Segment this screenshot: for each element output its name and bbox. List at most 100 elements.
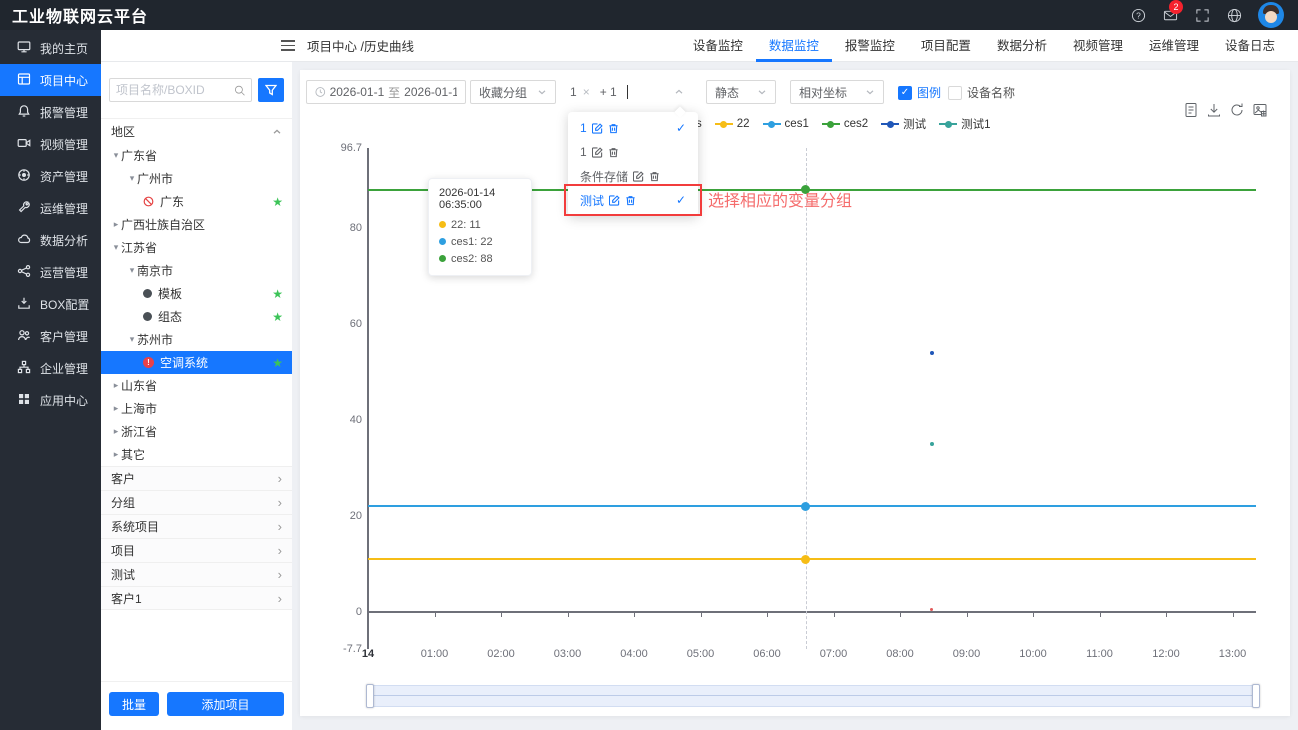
series-point-测试1[interactable] (930, 442, 934, 446)
sidebar-item-sitemap[interactable]: 企业管理 (0, 352, 101, 384)
trash-icon[interactable] (625, 195, 636, 206)
datazoom-right-handle[interactable] (1252, 684, 1260, 708)
sitemap-icon (17, 360, 31, 377)
series-point-22[interactable] (801, 555, 810, 564)
x-tick (1233, 613, 1234, 617)
tree-node[interactable]: ▾广东省 (101, 144, 292, 167)
tree-node[interactable]: ▸山东省 (101, 374, 292, 397)
tree-caret-icon[interactable]: ▾ (127, 334, 137, 345)
project-search-input[interactable] (116, 83, 230, 97)
dropdown-item-1[interactable]: 1✓ (568, 116, 698, 140)
tree-node[interactable]: 广东 ★ (101, 190, 292, 213)
tree-section-测试[interactable]: 测试› (101, 562, 292, 586)
tree-caret-icon[interactable]: ▸ (111, 403, 121, 414)
tree-node[interactable]: ▸广西壮族自治区 (101, 213, 292, 236)
edit-icon[interactable] (592, 123, 603, 134)
trash-icon[interactable] (608, 147, 619, 158)
favorite-star-icon[interactable]: ★ (272, 287, 283, 301)
tab-设备日志[interactable]: 设备日志 (1212, 30, 1288, 62)
trash-icon[interactable] (649, 171, 660, 182)
tree-node[interactable]: !空调系统★ (101, 351, 292, 374)
tab-运维管理[interactable]: 运维管理 (1136, 30, 1212, 62)
batch-button[interactable]: 批量 (109, 692, 159, 716)
sidebar-item-monitor[interactable]: 我的主页 (0, 32, 101, 64)
tree-node[interactable]: ▾苏州市 (101, 328, 292, 351)
sidebar-item-users[interactable]: 客户管理 (0, 320, 101, 352)
edit-icon[interactable] (592, 147, 603, 158)
sidebar-item-apps[interactable]: 应用中心 (0, 384, 101, 416)
fullscreen-icon[interactable] (1194, 7, 1210, 23)
favorite-star-icon[interactable]: ★ (272, 310, 283, 324)
x-tick (435, 613, 436, 617)
tree-node[interactable]: ▾江苏省 (101, 236, 292, 259)
favorite-star-icon[interactable]: ★ (272, 356, 283, 370)
tree-caret-icon[interactable]: ▾ (127, 265, 137, 276)
edit-icon[interactable] (633, 171, 644, 182)
sidebar-item-camera[interactable]: 视频管理 (0, 128, 101, 160)
mail-icon[interactable]: 2 (1162, 7, 1178, 23)
menu-toggle-icon[interactable] (281, 40, 295, 51)
x-tick (767, 613, 768, 617)
monitor-icon (17, 40, 31, 57)
sidebar-item-wrench[interactable]: 运维管理 (0, 192, 101, 224)
trash-icon[interactable] (608, 123, 619, 134)
series-point-测试[interactable] (930, 351, 934, 355)
filter-button[interactable] (258, 78, 284, 102)
share-icon (17, 264, 31, 281)
sidebar-item-share[interactable]: 运营管理 (0, 256, 101, 288)
tree-caret-icon[interactable]: ▾ (111, 242, 121, 253)
tree-caret-icon[interactable]: ▸ (111, 426, 121, 437)
tree-caret-icon[interactable]: ▾ (111, 150, 121, 161)
tree-node[interactable]: ▸上海市 (101, 397, 292, 420)
sidebar-item-bell[interactable]: 报警管理 (0, 96, 101, 128)
datazoom-left-handle[interactable] (366, 684, 374, 708)
search-icon[interactable] (234, 84, 245, 97)
series-line-ces1[interactable] (368, 505, 1256, 507)
tree-section-项目[interactable]: 项目› (101, 538, 292, 562)
dropdown-item-测试[interactable]: 测试✓ (568, 188, 698, 212)
tree-node[interactable]: 组态★ (101, 305, 292, 328)
sidebar-item-cloud[interactable]: 数据分析 (0, 224, 101, 256)
series-point-ces1[interactable] (801, 502, 810, 511)
tree-node-label: 广东 (160, 193, 184, 210)
datazoom-slider[interactable] (368, 685, 1258, 707)
globe-icon[interactable] (1226, 7, 1242, 23)
tree-caret-icon[interactable]: ▸ (111, 219, 121, 230)
project-search-box[interactable] (109, 78, 252, 102)
sidebar-item-boxdl[interactable]: BOX配置 (0, 288, 101, 320)
tab-设备监控[interactable]: 设备监控 (680, 30, 756, 62)
sidebar-item-projects[interactable]: 项目中心 (0, 64, 101, 96)
tree-node[interactable]: 模板 ★ (101, 282, 292, 305)
tab-数据监控[interactable]: 数据监控 (756, 30, 832, 62)
add-project-button[interactable]: 添加项目 (167, 692, 284, 716)
tree-section-系统项目[interactable]: 系统项目› (101, 514, 292, 538)
user-avatar[interactable] (1258, 2, 1284, 28)
x-tick (834, 613, 835, 617)
tree-node[interactable]: ▸其它 (101, 443, 292, 466)
favorite-star-icon[interactable]: ★ (272, 195, 283, 209)
tab-报警监控[interactable]: 报警监控 (832, 30, 908, 62)
help-icon[interactable]: ? (1130, 7, 1146, 23)
tree-node[interactable]: ▸浙江省 (101, 420, 292, 443)
region-section-header[interactable]: 地区 (101, 118, 292, 144)
tree-node[interactable]: ▾广州市 (101, 167, 292, 190)
tab-数据分析[interactable]: 数据分析 (984, 30, 1060, 62)
tab-视频管理[interactable]: 视频管理 (1060, 30, 1136, 62)
edit-icon[interactable] (609, 195, 620, 206)
dropdown-item-label: 测试 (580, 192, 604, 209)
sidebar-item-asset[interactable]: 资产管理 (0, 160, 101, 192)
tree-section-客户1[interactable]: 客户1› (101, 586, 292, 610)
tree-caret-icon[interactable]: ▸ (111, 380, 121, 391)
tree-node-label: 模板 (158, 285, 182, 302)
tree-node[interactable]: ▾南京市 (101, 259, 292, 282)
tree-caret-icon[interactable]: ▾ (127, 173, 137, 184)
dropdown-item-1[interactable]: 1 (568, 140, 698, 164)
tree-section-分组[interactable]: 分组› (101, 490, 292, 514)
y-tick-label: 20 (318, 510, 362, 522)
tab-项目配置[interactable]: 项目配置 (908, 30, 984, 62)
chart-plot[interactable]: 96.7806040200-7.71401:0002:0003:0004:000… (300, 70, 1290, 716)
dropdown-item-条件存储[interactable]: 条件存储 (568, 164, 698, 188)
series-line-22[interactable] (368, 558, 1256, 560)
tree-section-客户[interactable]: 客户› (101, 466, 292, 490)
tree-caret-icon[interactable]: ▸ (111, 449, 121, 460)
